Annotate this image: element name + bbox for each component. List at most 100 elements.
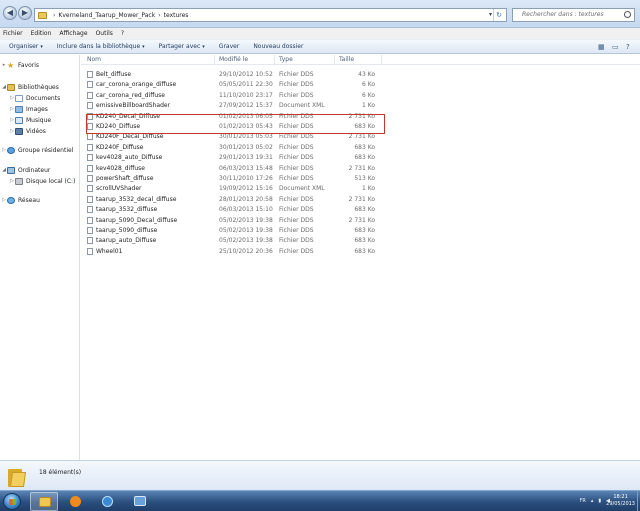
folder-icon bbox=[39, 497, 51, 507]
media-player-icon bbox=[70, 496, 81, 507]
file-icon bbox=[87, 102, 93, 110]
breadcrumb-item[interactable]: textures bbox=[164, 12, 189, 19]
folder-icon bbox=[38, 11, 47, 19]
file-name: Belt_diffuse bbox=[87, 71, 131, 78]
language-indicator[interactable]: FR bbox=[580, 498, 586, 504]
menu-edit[interactable]: Edition bbox=[31, 30, 52, 37]
column-header-name[interactable]: Nom bbox=[87, 56, 101, 63]
breadcrumb-item[interactable]: Kverneland_Taarup_Mower_Pack bbox=[58, 12, 155, 19]
menu-view[interactable]: Affichage bbox=[59, 30, 87, 37]
computer-icon bbox=[7, 166, 15, 174]
column-divider[interactable] bbox=[381, 55, 382, 65]
file-icon bbox=[87, 216, 93, 224]
nav-item-network[interactable]: ▷ Réseau bbox=[1, 195, 40, 205]
file-row[interactable]: taarup_5090_Decal_diffuse 05/02/2013 19:3… bbox=[81, 216, 461, 226]
file-row[interactable]: powerShaft_diffuse 30/11/2010 17:26 Fichie… bbox=[81, 174, 461, 184]
nav-item-homegroup[interactable]: ▷ Groupe résidentiel bbox=[1, 145, 73, 155]
column-divider[interactable] bbox=[334, 55, 335, 65]
nav-label: Vidéos bbox=[26, 127, 46, 135]
nav-item-local-disk[interactable]: ▷ Disque local (C:) bbox=[9, 176, 75, 186]
file-name: car_corona_orange_diffuse bbox=[87, 81, 176, 89]
back-button[interactable]: ◀ bbox=[3, 6, 17, 20]
nav-item-images[interactable]: ▷ Images bbox=[9, 104, 48, 114]
file-list: Nom Modifié le Type Taille Belt_diffuse 2… bbox=[81, 55, 640, 460]
file-name-text: taarup_auto_Diffuse bbox=[96, 237, 157, 245]
nav-item-music[interactable]: ▷ Musique bbox=[9, 115, 51, 125]
file-date: 30/01/2013 05:03 bbox=[219, 133, 273, 141]
share-button[interactable]: Partager avec ▾ bbox=[159, 43, 205, 50]
file-name: scrollUVShader bbox=[87, 185, 142, 193]
address-dropdown-icon[interactable]: ▾ bbox=[489, 9, 492, 21]
start-button[interactable] bbox=[3, 493, 21, 510]
file-type: Fichier DDS bbox=[279, 91, 314, 99]
menu-help[interactable]: ? bbox=[121, 30, 124, 37]
file-name-text: KD240_Diffuse bbox=[96, 123, 141, 130]
file-date: 27/09/2012 15:37 bbox=[219, 102, 273, 110]
taskbar: FR ▴ ▮ ◀ 18:21 29/05/2013 bbox=[0, 490, 640, 511]
file-type: Fichier DDS bbox=[279, 175, 314, 182]
menu-file[interactable]: Fichier bbox=[3, 30, 23, 37]
taskbar-explorer-button[interactable] bbox=[30, 492, 58, 511]
file-row[interactable]: KD240_Decal_Diffuse 01/02/2013 06:05 Fichi… bbox=[81, 112, 461, 122]
view-options-icon[interactable]: ▦ bbox=[598, 42, 605, 52]
tray-expand-icon[interactable]: ▴ bbox=[591, 498, 594, 504]
burn-button[interactable]: Graver bbox=[219, 43, 240, 50]
file-row[interactable]: taarup_3532_diffuse 06/03/2013 15:10 Fichi… bbox=[81, 205, 461, 215]
file-name: KD240_Diffuse bbox=[87, 123, 140, 130]
address-input[interactable]: › Kverneland_Taarup_Mower_Pack › texture… bbox=[34, 8, 507, 22]
file-row[interactable]: Wheel01 25/10/2012 20:36 Fichier DDS 683 Ko bbox=[81, 247, 461, 257]
system-tray: FR ▴ ▮ ◀ bbox=[575, 498, 611, 504]
forward-button[interactable]: ▶ bbox=[18, 6, 32, 20]
taskbar-ie-button[interactable] bbox=[94, 492, 122, 511]
file-icon bbox=[87, 227, 93, 234]
file-row[interactable]: car_corona_orange_diffuse 05/05/2011 22:3… bbox=[81, 80, 461, 90]
taskbar-app-button[interactable] bbox=[126, 492, 154, 511]
column-header-size[interactable]: Taille bbox=[339, 56, 354, 63]
chevron-down-icon: ▾ bbox=[142, 44, 145, 50]
preview-pane-icon[interactable]: ▭ bbox=[612, 42, 619, 52]
file-row[interactable]: taarup_5090_diffuse 05/02/2013 19:38 Fichi… bbox=[81, 226, 461, 236]
file-row[interactable]: emissiveBillboardShader 27/09/2012 15:37 D… bbox=[81, 101, 461, 111]
breadcrumb-chevron-icon[interactable]: › bbox=[158, 12, 160, 19]
file-icon bbox=[87, 195, 93, 203]
nav-item-favorites[interactable]: ▸ ★ Favoris bbox=[1, 60, 39, 70]
breadcrumb-chevron-icon[interactable]: › bbox=[53, 12, 55, 19]
file-name-text: car_corona_red_diffuse bbox=[96, 91, 165, 99]
menu-tools[interactable]: Outils bbox=[96, 30, 113, 37]
file-row[interactable]: KD240_Diffuse 01/02/2013 05:43 Fichier DDS… bbox=[81, 122, 461, 132]
clock[interactable]: 18:21 29/05/2013 bbox=[606, 494, 635, 508]
file-name: KD240_Decal_Diffuse bbox=[87, 112, 160, 120]
help-icon[interactable]: ? bbox=[626, 42, 630, 52]
file-row[interactable]: KD240F_Diffuse 30/01/2013 05:02 Fichier DD… bbox=[81, 143, 461, 153]
file-name-text: emissiveBillboardShader bbox=[96, 102, 171, 110]
nav-item-videos[interactable]: ▷ Vidéos bbox=[9, 126, 46, 136]
file-row[interactable]: scrollUVShader 19/09/2012 15:16 Document X… bbox=[81, 184, 461, 194]
file-name-text: Wheel01 bbox=[96, 247, 123, 255]
organize-button[interactable]: Organiser ▾ bbox=[9, 43, 43, 50]
nav-item-computer[interactable]: ◢ Ordinateur bbox=[1, 165, 50, 175]
refresh-icon[interactable]: ↻ bbox=[493, 9, 504, 21]
column-divider[interactable] bbox=[214, 55, 215, 65]
file-row[interactable]: KD240F_Decal_Diffuse 30/01/2013 05:03 Fich… bbox=[81, 132, 461, 142]
file-row[interactable]: taarup_3532_decal_diffuse 28/01/2013 20:5… bbox=[81, 195, 461, 205]
address-bar-row: ◀ ▶ › Kverneland_Taarup_Mower_Pack › tex… bbox=[0, 0, 640, 28]
back-arrow-icon: ◀ bbox=[6, 8, 14, 17]
nav-item-documents[interactable]: ▷ Documents bbox=[9, 93, 60, 103]
nav-item-libraries[interactable]: ◢ Bibliothèques bbox=[1, 82, 59, 92]
library-icon bbox=[7, 83, 15, 91]
taskbar-media-player-button[interactable] bbox=[62, 492, 90, 511]
column-divider[interactable] bbox=[274, 55, 275, 65]
network-tray-icon[interactable]: ▮ bbox=[598, 498, 601, 504]
file-row[interactable]: car_corona_red_diffuse 11/10/2010 23:17 Fi… bbox=[81, 91, 461, 101]
file-row[interactable]: kev4028_auto_Diffuse 29/01/2013 19:31 Fich… bbox=[81, 153, 461, 163]
file-row[interactable]: taarup_auto_Diffuse 05/02/2013 19:38 Fichi… bbox=[81, 236, 461, 246]
column-header-date[interactable]: Modifié le bbox=[219, 56, 248, 63]
include-library-button[interactable]: Inclure dans la bibliothèque ▾ bbox=[57, 43, 145, 50]
file-row[interactable]: Belt_diffuse 29/10/2012 10:52 Fichier DDS 4… bbox=[81, 70, 461, 80]
search-input[interactable]: Rechercher dans : textures bbox=[512, 8, 635, 22]
column-header-type[interactable]: Type bbox=[279, 56, 293, 63]
file-name: powerShaft_diffuse bbox=[87, 175, 153, 182]
new-folder-button[interactable]: Nouveau dossier bbox=[253, 43, 303, 50]
file-type: Fichier DDS bbox=[279, 81, 314, 89]
file-row[interactable]: kev4028_diffuse 06/03/2013 15:48 Fichier D… bbox=[81, 164, 461, 174]
